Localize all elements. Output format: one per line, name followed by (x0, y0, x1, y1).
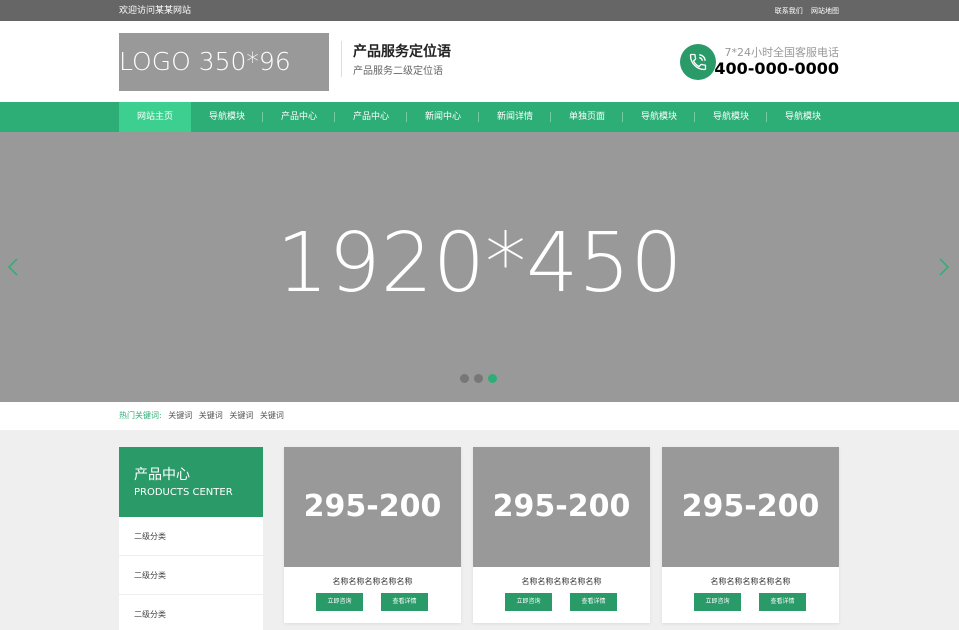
product-sidebar: 产品中心 PRODUCTS CENTER 二级分类 二级分类 二级分类 (119, 447, 263, 630)
product-name[interactable]: 名称名称名称名称名称 (473, 576, 650, 587)
top-links: 联系我们 网站地图 (769, 6, 839, 16)
nav-label: 导航模块 (640, 112, 677, 122)
consult-button[interactable]: 立即咨询 (316, 593, 363, 611)
product-card: 295-200 名称名称名称名称名称 立即咨询 查看详情 (662, 447, 839, 623)
keyword-link[interactable]: 关键词 (199, 411, 223, 420)
product-name[interactable]: 名称名称名称名称名称 (662, 576, 839, 587)
nav-item-news[interactable]: 新闻中心 (407, 102, 479, 132)
banner-placeholder-text: 1920*450 (276, 216, 683, 311)
slogan-sub: 产品服务二级定位语 (353, 66, 443, 77)
product-image[interactable]: 295-200 (473, 447, 650, 567)
nav-label: 新闻详情 (496, 112, 533, 122)
consult-button[interactable]: 立即咨询 (505, 593, 552, 611)
keyword-link[interactable]: 关键词 (168, 411, 192, 420)
view-details-button[interactable]: 查看详情 (759, 593, 806, 611)
view-details-button[interactable]: 查看详情 (570, 593, 617, 611)
product-image[interactable]: 295-200 (284, 447, 461, 567)
nav-label: 单独页面 (568, 112, 605, 122)
site-map-link[interactable]: 网站地图 (811, 7, 839, 15)
nav-item-module[interactable]: 导航模块 (191, 102, 263, 132)
sidebar-subtitle: PRODUCTS CENTER (134, 487, 233, 498)
main-nav: 网站主页 导航模块 产品中心 产品中心 新闻中心 新闻详情 单独页面 导航模块 … (0, 102, 959, 132)
nav-label: 导航模块 (784, 112, 821, 122)
slider-dot-1[interactable] (460, 374, 469, 383)
product-image[interactable]: 295-200 (662, 447, 839, 567)
product-card: 295-200 名称名称名称名称名称 立即咨询 查看详情 (284, 447, 461, 623)
consult-button[interactable]: 立即咨询 (694, 593, 741, 611)
sidebar-header: 产品中心 PRODUCTS CENTER (119, 447, 263, 517)
hot-keywords-label: 热门关键词: (119, 411, 162, 420)
sidebar-title: 产品中心 (134, 467, 190, 483)
chevron-left-icon[interactable] (6, 257, 20, 277)
slider-dot-3[interactable] (488, 374, 497, 383)
slogan-divider (341, 41, 342, 77)
sidebar-category-list: 二级分类 二级分类 二级分类 (119, 517, 263, 630)
nav-item-module-4[interactable]: 导航模块 (767, 102, 839, 132)
product-name[interactable]: 名称名称名称名称名称 (284, 576, 461, 587)
hot-keywords: 热门关键词: 关键词 关键词 关键词 关键词 (0, 402, 959, 430)
nav-item-single-page[interactable]: 单独页面 (551, 102, 623, 132)
sidebar-item-category[interactable]: 二级分类 (119, 556, 263, 595)
phone-icon (680, 44, 716, 80)
nav-item-module-2[interactable]: 导航模块 (623, 102, 695, 132)
nav-label: 导航模块 (712, 112, 749, 122)
top-bar: 欢迎访问某某网站 联系我们 网站地图 (0, 0, 959, 21)
contact-us-link[interactable]: 联系我们 (775, 7, 803, 15)
sidebar-item-category[interactable]: 二级分类 (119, 517, 263, 556)
sidebar-item-category[interactable]: 二级分类 (119, 595, 263, 630)
slogan-main: 产品服务定位语 (353, 44, 451, 60)
chevron-right-icon[interactable] (937, 257, 951, 277)
keyword-link[interactable]: 关键词 (260, 411, 284, 420)
nav-label: 产品中心 (352, 112, 389, 122)
nav-item-module-3[interactable]: 导航模块 (695, 102, 767, 132)
nav-item-products[interactable]: 产品中心 (263, 102, 335, 132)
nav-item-products-2[interactable]: 产品中心 (335, 102, 407, 132)
banner-slider: 1920*450 (0, 132, 959, 402)
nav-item-home[interactable]: 网站主页 (119, 102, 191, 132)
nav-item-news-detail[interactable]: 新闻详情 (479, 102, 551, 132)
logo[interactable]: LOGO 350*96 (119, 33, 329, 91)
keyword-link[interactable]: 关键词 (229, 411, 253, 420)
nav-label: 导航模块 (208, 112, 245, 122)
hotline-label: 7*24小时全国客服电话 (724, 46, 840, 59)
slider-dot-2[interactable] (474, 374, 483, 383)
nav-label: 产品中心 (280, 112, 317, 122)
view-details-button[interactable]: 查看详情 (381, 593, 428, 611)
nav-label: 新闻中心 (424, 112, 461, 122)
nav-label: 网站主页 (136, 112, 173, 122)
slider-dots (460, 374, 502, 383)
header: LOGO 350*96 产品服务定位语 产品服务二级定位语 7*24小时全国客服… (0, 21, 959, 102)
welcome-text: 欢迎访问某某网站 (119, 6, 192, 16)
hotline-number: 400-000-0000 (714, 59, 839, 78)
product-card: 295-200 名称名称名称名称名称 立即咨询 查看详情 (473, 447, 650, 623)
